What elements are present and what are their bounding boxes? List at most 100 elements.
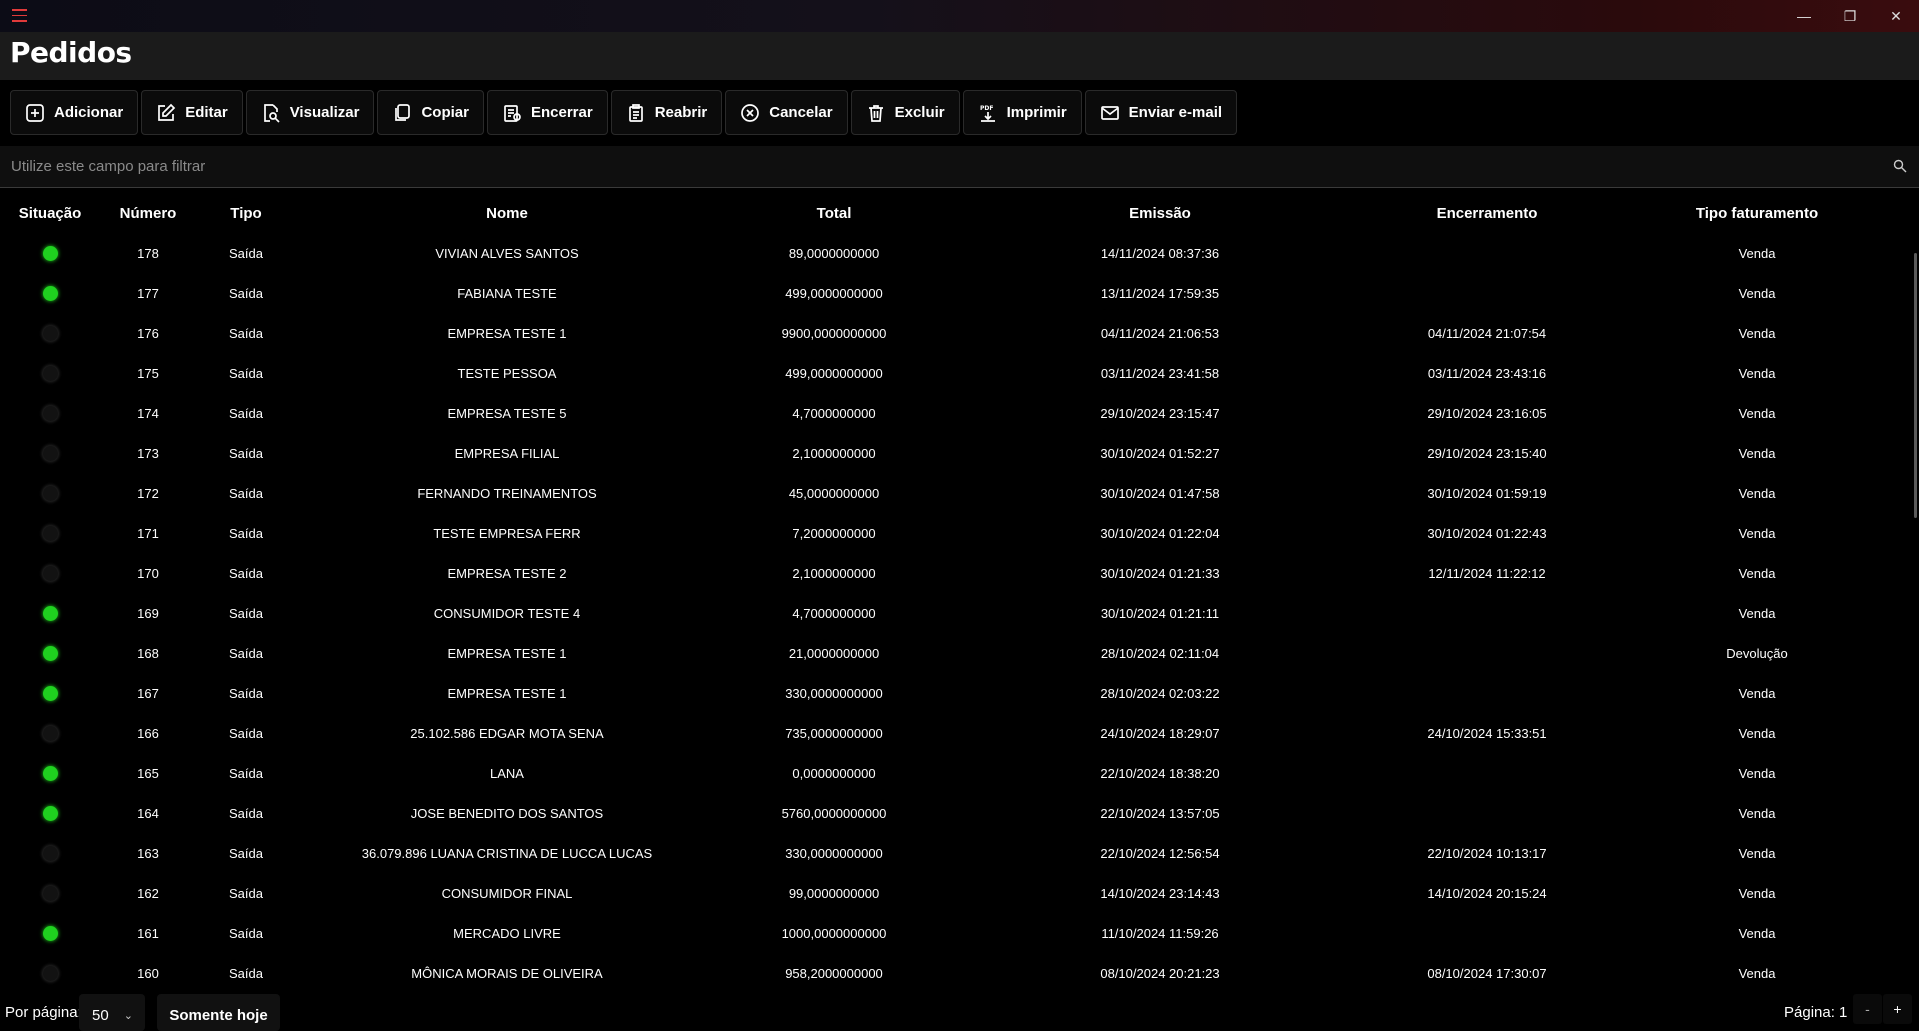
cancel-icon	[741, 103, 760, 122]
status-indicator	[42, 326, 58, 342]
column-header-situacao[interactable]: Situação	[0, 193, 100, 233]
cell-tipo: Saída	[229, 445, 263, 461]
cell-emissao: 30/10/2024 01:47:58	[1100, 485, 1220, 501]
cell-nome: EMPRESA TESTE 2	[447, 565, 567, 581]
column-header-nome[interactable]: Nome	[296, 193, 718, 233]
view-icon	[263, 103, 280, 123]
delete-button[interactable]: Excluir	[850, 90, 960, 135]
cell-situacao	[0, 313, 100, 353]
minimize-button[interactable]: —	[1781, 0, 1827, 32]
cell-total: 4,7000000000	[792, 605, 876, 621]
table-row[interactable]: 173 Saída EMPRESA FILIAL 2,1000000000 30/10/…	[0, 433, 1910, 473]
cell-tipo-faturamento: Venda	[1738, 965, 1776, 981]
table-row[interactable]: 169 Saída CONSUMIDOR TESTE 4 4,7000000000 30…	[0, 593, 1910, 633]
cell-numero: 170	[137, 565, 159, 581]
table-row[interactable]: 174 Saída EMPRESA TESTE 5 4,7000000000 29/10…	[0, 393, 1910, 433]
cell-tipo-faturamento: Venda	[1738, 725, 1776, 741]
cell-encerramento	[1370, 233, 1604, 273]
edit-button[interactable]: Editar	[141, 90, 243, 135]
chevron-down-icon: ⌄	[123, 1010, 133, 1022]
cell-nome: TESTE PESSOA	[457, 365, 557, 381]
cell-tipo-faturamento: Venda	[1738, 605, 1776, 621]
cell-numero: 178	[137, 245, 159, 261]
column-header-emissao[interactable]: Emissão	[950, 193, 1370, 233]
column-header-numero[interactable]: Número	[100, 193, 196, 233]
print-button[interactable]: PDF Imprimir	[962, 90, 1082, 135]
mail-icon	[1100, 105, 1119, 120]
cell-tipo: Saída	[229, 725, 263, 741]
table-row[interactable]: 160 Saída MÔNICA MORAIS DE OLIVEIRA 958,200…	[0, 953, 1910, 993]
column-header-tipo[interactable]: Tipo	[196, 193, 296, 233]
table-row[interactable]: 167 Saída EMPRESA TESTE 1 330,0000000000 28/…	[0, 673, 1910, 713]
restore-button[interactable]: ❐	[1827, 0, 1873, 32]
cell-numero: 164	[137, 805, 159, 821]
table-row[interactable]: 165 Saída LANA 0,0000000000 22/10/2024 18:38…	[0, 753, 1910, 793]
cell-situacao	[0, 873, 100, 913]
cell-emissao: 22/10/2024 13:57:05	[1100, 805, 1220, 821]
cell-encerramento: 30/10/2024 01:22:43	[1427, 525, 1547, 541]
cell-tipo-faturamento: Venda	[1738, 525, 1776, 541]
previous-page-button[interactable]: -	[1853, 994, 1882, 1024]
table-row[interactable]: 162 Saída CONSUMIDOR FINAL 99,0000000000 14/…	[0, 873, 1910, 913]
table-row[interactable]: 170 Saída EMPRESA TESTE 2 2,1000000000 30/10…	[0, 553, 1910, 593]
cell-total: 0,0000000000	[792, 765, 876, 781]
delete-button-label: Excluir	[894, 104, 945, 121]
per-page-select[interactable]: 50 ⌄	[79, 994, 145, 1031]
cell-tipo-faturamento: Venda	[1738, 765, 1776, 781]
cell-total: 499,0000000000	[785, 365, 883, 381]
cell-total: 330,0000000000	[785, 685, 883, 701]
table-row[interactable]: 171 Saída TESTE EMPRESA FERR 7,2000000000 30…	[0, 513, 1910, 553]
add-button-label: Adicionar	[54, 104, 124, 121]
table-row[interactable]: 161 Saída MERCADO LIVRE 1000,0000000000 11/1…	[0, 913, 1910, 953]
copy-button[interactable]: Copiar	[377, 90, 484, 135]
table-row[interactable]: 177 Saída FABIANA TESTE 499,0000000000 13/11…	[0, 273, 1910, 313]
cell-total: 7,2000000000	[792, 525, 876, 541]
filter-input[interactable]	[0, 146, 1880, 187]
cell-tipo: Saída	[229, 525, 263, 541]
cell-nome: 36.079.896 LUANA CRISTINA DE LUCCA LUCAS	[361, 845, 653, 861]
table-row[interactable]: 178 Saída VIVIAN ALVES SANTOS 89,0000000000…	[0, 233, 1910, 273]
close-window-button[interactable]: ✕	[1873, 0, 1919, 32]
reopen-button[interactable]: Reabrir	[610, 90, 723, 135]
cell-total: 2,1000000000	[792, 445, 876, 461]
cell-encerramento	[1370, 593, 1604, 633]
cell-total: 2,1000000000	[792, 565, 876, 581]
table-row[interactable]: 176 Saída EMPRESA TESTE 1 9900,0000000000 04…	[0, 313, 1910, 353]
column-header-encerramento[interactable]: Encerramento	[1370, 193, 1604, 233]
column-header-total[interactable]: Total	[718, 193, 950, 233]
cell-numero: 160	[137, 965, 159, 981]
cell-situacao	[0, 953, 100, 993]
cell-tipo: Saída	[229, 885, 263, 901]
send-email-button[interactable]: Enviar e-mail	[1084, 90, 1238, 135]
cell-encerramento: 30/10/2024 01:59:19	[1427, 485, 1547, 501]
table-row[interactable]: 166 Saída 25.102.586 EDGAR MOTA SENA 735,00…	[0, 713, 1910, 753]
hamburger-menu-icon[interactable]	[12, 9, 27, 22]
table-row[interactable]: 164 Saída JOSE BENEDITO DOS SANTOS 5760,000…	[0, 793, 1910, 833]
cell-nome: LANA	[490, 765, 524, 781]
vertical-scrollbar[interactable]	[1914, 253, 1917, 518]
column-header-tipo-faturamento[interactable]: Tipo faturamento	[1604, 193, 1910, 233]
cell-situacao	[0, 673, 100, 713]
cell-total: 958,2000000000	[785, 965, 883, 981]
table-row[interactable]: 172 Saída FERNANDO TREINAMENTOS 45,00000000…	[0, 473, 1910, 513]
cell-tipo: Saída	[229, 245, 263, 261]
add-button[interactable]: Adicionar	[10, 90, 139, 135]
table-row[interactable]: 163 Saída 36.079.896 LUANA CRISTINA DE LUC…	[0, 833, 1910, 873]
cell-encerramento	[1370, 753, 1604, 793]
close-order-button[interactable]: Encerrar	[486, 90, 608, 135]
only-today-button[interactable]: Somente hoje	[157, 994, 280, 1031]
cell-total: 45,0000000000	[788, 485, 880, 501]
table-row[interactable]: 168 Saída EMPRESA TESTE 1 21,0000000000 28/1…	[0, 633, 1910, 673]
cell-nome: EMPRESA TESTE 1	[447, 685, 567, 701]
cell-tipo: Saída	[229, 405, 263, 421]
cell-encerramento: 29/10/2024 23:16:05	[1427, 405, 1547, 421]
cell-situacao	[0, 793, 100, 833]
table-row[interactable]: 175 Saída TESTE PESSOA 499,0000000000 03/11/…	[0, 353, 1910, 393]
cancel-button[interactable]: Cancelar	[725, 90, 848, 135]
view-button[interactable]: Visualizar	[245, 90, 375, 135]
search-icon[interactable]	[1893, 159, 1907, 173]
cell-encerramento: 29/10/2024 23:15:40	[1427, 445, 1547, 461]
next-page-button[interactable]: +	[1883, 994, 1912, 1024]
cell-nome: TESTE EMPRESA FERR	[433, 525, 581, 541]
edit-icon	[158, 103, 176, 121]
